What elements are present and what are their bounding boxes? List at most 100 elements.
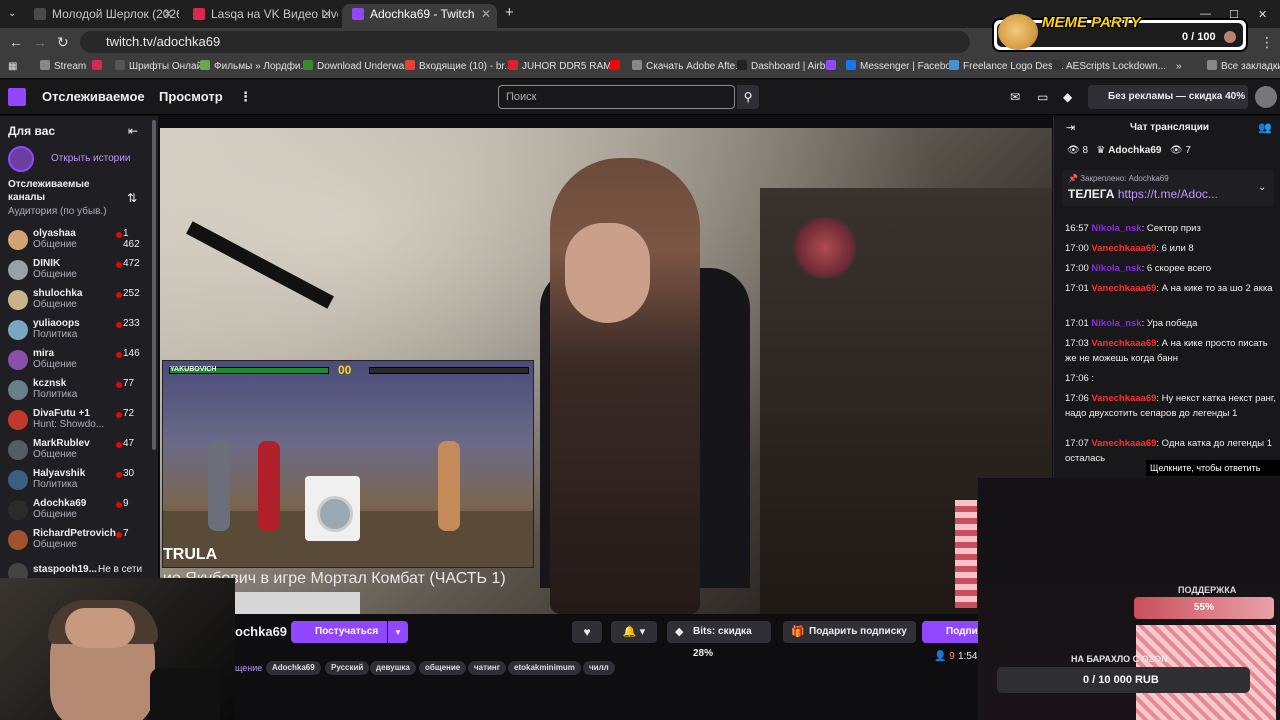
sidebar-channel[interactable]: yuliaoops Политика 233 — [8, 318, 148, 344]
bookmark-item[interactable]: JUHOR DDR5 RAM... — [508, 60, 620, 74]
knock-dropdown-icon[interactable]: ▾ — [388, 621, 408, 643]
bookmark-item[interactable]: Входящие (10) - br... — [405, 60, 513, 74]
collapse-chat-icon[interactable]: ⇥ — [1066, 121, 1075, 134]
chat-timestamp: 17:00 — [1065, 263, 1089, 274]
bookmark-item[interactable]: Фильмы » Лордфи... — [200, 60, 309, 74]
browser-menu-icon[interactable]: ⋮ — [1260, 34, 1274, 50]
new-tab-button[interactable]: + — [505, 5, 514, 21]
tab-close-icon[interactable]: ✕ — [322, 4, 332, 24]
bookmark-item[interactable]: Dashboard | Airbit — [737, 60, 830, 74]
chat-message[interactable]: 17:03 Vanechkaaa69: А на кике просто пис… — [1065, 336, 1277, 366]
channel-name: olyashaa — [33, 228, 76, 239]
user-avatar[interactable] — [1255, 86, 1277, 108]
chat-username[interactable]: Nikola_nsk — [1091, 318, 1141, 329]
bookmark-item[interactable]: Messenger | Facebo... — [846, 60, 959, 74]
chat-username[interactable]: Vanechkaaa69 — [1091, 438, 1156, 449]
twitch-icon — [826, 60, 836, 70]
search-icon[interactable]: ⚲ — [737, 85, 759, 109]
category-link[interactable]: щение — [235, 663, 262, 673]
stream-tag[interactable]: общение — [419, 661, 467, 675]
tab-close-icon[interactable]: ✕ — [163, 4, 173, 24]
channel-name[interactable]: ochka69 — [235, 624, 287, 639]
sidebar-channel[interactable]: olyashaa Общение 1 462 — [8, 228, 148, 254]
ad-free-button[interactable]: Без рекламы — скидка 40% — [1088, 85, 1248, 109]
bookmark-item[interactable] — [92, 60, 106, 74]
sidebar-channel[interactable]: kcznsk Политика 77 — [8, 378, 148, 404]
sidebar-channel[interactable]: MarkRublev Общение 47 — [8, 438, 148, 464]
back-icon[interactable]: ← — [9, 34, 23, 50]
bookmark-item[interactable]: Скачать Adobe Afte... — [632, 60, 744, 74]
subscribe-button[interactable]: Подпи — [922, 621, 978, 643]
chat-username[interactable]: Vanechkaaa69 — [1091, 283, 1156, 294]
sidebar-channel[interactable]: RichardPetrovich Общение 7 — [8, 528, 148, 554]
stories-row[interactable]: Открыть истории — [8, 146, 148, 172]
stream-tag[interactable]: чилл — [583, 661, 615, 675]
search-input[interactable]: Поиск — [498, 85, 735, 109]
chat-message[interactable]: 17:01 Nikola_nsk: Ура победа — [1065, 316, 1277, 331]
follow-heart-icon[interactable]: ♥ — [572, 621, 602, 643]
chat-message[interactable]: 17:00 Nikola_nsk: 6 скорее всего — [1065, 261, 1277, 276]
more-menu-icon[interactable]: ⋮ — [239, 89, 252, 105]
url-field[interactable]: twitch.tv/adochka69 — [80, 31, 970, 53]
nav-browse[interactable]: Просмотр — [159, 89, 223, 104]
bookmark-item[interactable]: Download Underwa... — [303, 60, 413, 74]
viewer-count: 👤 9 — [934, 651, 955, 662]
sidebar-channel[interactable]: Halyavshik Политика 30 — [8, 468, 148, 494]
bookmark-item[interactable]: Freelance Logo Desi... — [949, 60, 1064, 74]
sidebar-channel[interactable]: mira Общение 146 — [8, 348, 148, 374]
reload-icon[interactable]: ↻ — [57, 34, 69, 50]
inbox-icon[interactable]: ✉ — [1010, 90, 1020, 104]
chat-username[interactable]: Nikola_nsk — [1091, 223, 1141, 234]
chevron-down-icon[interactable]: ⌄ — [1258, 182, 1266, 193]
chat-users-icon[interactable]: 👥 — [1258, 121, 1272, 134]
sort-icon[interactable]: ⇅ — [127, 191, 137, 205]
more-bookmarks-icon[interactable]: » — [1176, 60, 1182, 74]
sidebar-channel[interactable]: Adochka69 Общение 9 — [8, 498, 148, 524]
apps-icon[interactable]: ▦ — [8, 60, 17, 74]
knock-button[interactable]: Постучаться — [291, 621, 387, 643]
chat-username[interactable]: Vanechkaaa69 — [1091, 393, 1156, 404]
chat-username[interactable]: Nikola_nsk — [1091, 263, 1141, 274]
stream-tag[interactable]: etokakminimum — [508, 661, 581, 675]
bookmark-item[interactable] — [826, 60, 840, 74]
chat-message[interactable]: 17:06 Vanechkaaa69: Ну некст катка некст… — [1065, 391, 1277, 421]
bookmark-item[interactable]: Шрифты Онлайн — [115, 60, 208, 74]
live-indicator-icon — [116, 382, 122, 388]
browser-tab-3-active[interactable]: Adochka69 - Twitch ✕ — [342, 4, 497, 28]
bits-button[interactable]: ◆ Bits: скидка 28% — [667, 621, 771, 659]
stream-tag[interactable]: девушка — [370, 661, 416, 675]
sidebar-channel[interactable]: shulochka Общение 252 — [8, 288, 148, 314]
bookmark-favicon-icon — [508, 60, 518, 70]
bookmark-item[interactable]: AEScripts Lockdown... — [1052, 60, 1166, 74]
sidebar-scrollbar[interactable] — [152, 120, 156, 450]
stream-tag[interactable]: Русский — [325, 661, 370, 675]
stream-tag[interactable]: чатинг — [468, 661, 507, 675]
sidebar-channel[interactable]: DINIK Общение 472 — [8, 258, 148, 284]
pinned-message[interactable]: 📌 Закреплено: Adochka69 ТЕЛЕГА https://t… — [1062, 170, 1274, 206]
chat-message[interactable]: 16:57 Nikola_nsk: Сектор приз — [1065, 221, 1277, 236]
notifications-bell-icon[interactable]: 🔔 ▾ — [611, 621, 657, 643]
stream-tag[interactable]: Adochka69 — [266, 661, 321, 675]
tab-search-icon[interactable]: ⌄ — [8, 6, 16, 22]
browser-tab-2[interactable]: Lasqa на VK Видео Live – смотр ✕ — [183, 4, 338, 28]
gift-sub-button[interactable]: 🎁 Подарить подписку — [783, 621, 916, 643]
chat-message[interactable]: 17:01 Vanechkaaa69: А на кике то за шо 2… — [1065, 281, 1277, 296]
close-window-icon[interactable]: ✕ — [1258, 8, 1267, 21]
chat-username[interactable]: Vanechkaaa69 — [1091, 338, 1156, 349]
sidebar-channel[interactable]: DivaFutu +1 Hunt: Showdo... 72 — [8, 408, 148, 434]
prime-icon[interactable]: ◆ — [1063, 90, 1072, 104]
forward-icon[interactable]: → — [33, 34, 47, 50]
chat-message[interactable]: 17:00 Vanechkaaa69: 6 или 8 — [1065, 241, 1277, 256]
pinned-link[interactable]: https://t.me/Adoc... — [1118, 187, 1218, 201]
all-bookmarks[interactable]: Все закладки — [1207, 60, 1280, 74]
bookmark-item[interactable]: Stream — [40, 60, 86, 74]
collapse-sidebar-icon[interactable]: ⇤ — [128, 124, 138, 138]
tab-close-icon[interactable]: ✕ — [481, 4, 491, 24]
whispers-icon[interactable]: ▭ — [1037, 90, 1048, 104]
bookmark-item[interactable] — [610, 60, 624, 74]
chat-username[interactable]: Vanechkaaa69 — [1091, 243, 1156, 254]
nav-following[interactable]: Отслеживаемое — [42, 89, 145, 104]
chat-message[interactable]: 17:06 : — [1065, 371, 1277, 386]
twitch-logo-icon[interactable] — [8, 88, 26, 106]
browser-tab-1[interactable]: Молодой Шерлок (2026) ✕ — [24, 4, 179, 28]
